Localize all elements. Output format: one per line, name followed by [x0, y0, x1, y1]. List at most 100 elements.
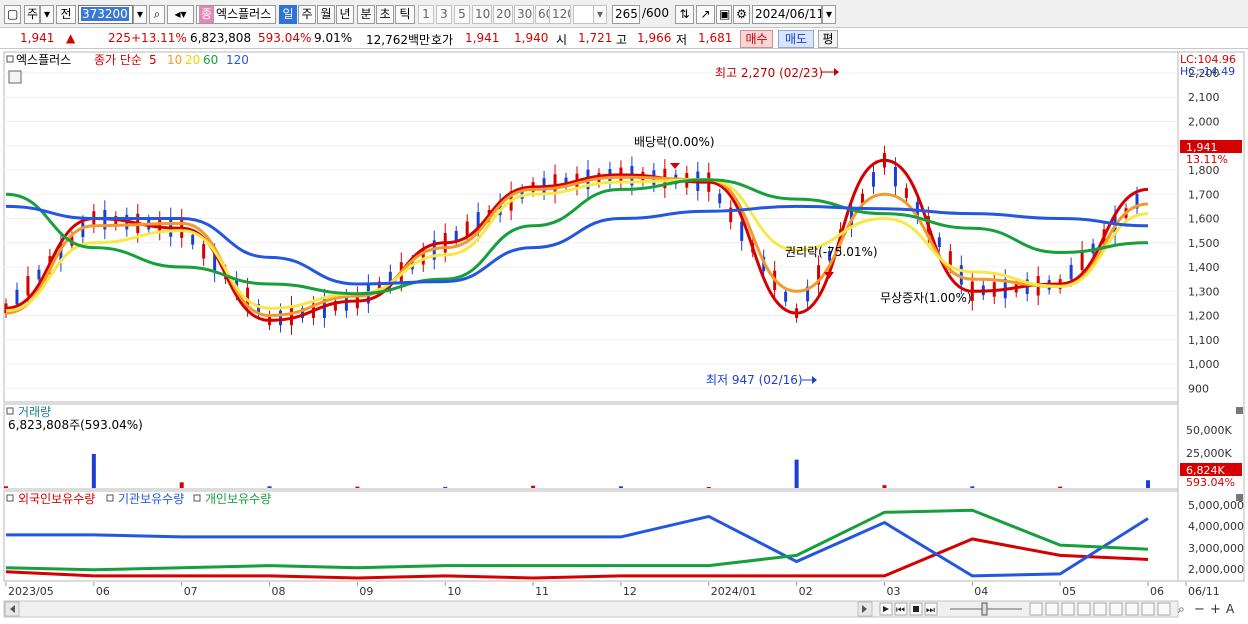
buy-button[interactable]: 매수 — [740, 30, 773, 48]
candle-body — [893, 166, 897, 187]
layout-icon-2[interactable] — [1045, 602, 1059, 616]
candle-body — [202, 243, 206, 259]
quote-change-pct: +13.11% — [131, 31, 187, 45]
period-month[interactable]: 월 — [317, 5, 335, 24]
copy-icon[interactable] — [1141, 602, 1155, 616]
gear-icon[interactable]: ⚙ — [733, 5, 750, 24]
x-tick-label: 06 — [1150, 585, 1164, 598]
period-tick[interactable]: 틱 — [395, 5, 415, 24]
rights-annotation: 권리락(-75.01%) — [785, 245, 878, 259]
bonus-annotation: 무상증자(1.00%) — [880, 291, 972, 305]
quote-high-label: 고 — [616, 33, 628, 47]
zoom-out-icon[interactable]: − — [1194, 602, 1205, 617]
volume-bar — [882, 485, 887, 488]
quote-low: 1,681 — [698, 31, 733, 45]
print-icon[interactable] — [1157, 602, 1171, 616]
search-icon[interactable]: ⌕ — [149, 5, 165, 24]
date-picker-icon[interactable]: ▾ — [822, 5, 836, 24]
ma-60-label: 60 — [203, 53, 218, 67]
market-select[interactable]: 주 — [24, 5, 40, 24]
interval-3[interactable]: 3 — [436, 5, 452, 24]
fast-forward-glyph: ⏭ — [926, 605, 935, 616]
date-input[interactable]: 2024/06/11 — [752, 5, 822, 24]
candle-body — [465, 221, 469, 237]
volume-bar — [267, 486, 272, 488]
stop-glyph — [913, 606, 919, 612]
zoom-in-icon[interactable]: + — [1210, 602, 1221, 617]
volume-bar — [1146, 480, 1150, 488]
fibo-icon[interactable] — [1125, 602, 1139, 616]
quote-low-label: 저 — [676, 33, 688, 47]
period-year[interactable]: 년 — [336, 5, 354, 24]
candle-body — [904, 188, 908, 198]
window-icon[interactable]: ▢ — [4, 5, 21, 24]
x-tick-label: 08 — [272, 585, 286, 598]
price-tick-label: 1,100 — [1188, 334, 1220, 347]
x-tick-label: 10 — [447, 585, 461, 598]
price-tick-label: 1,000 — [1188, 358, 1220, 371]
count-total: /600 — [642, 6, 669, 20]
interval-30[interactable]: 30 — [514, 5, 534, 24]
x-tick-label: 05 — [1062, 585, 1076, 598]
period-week[interactable]: 주 — [298, 5, 316, 24]
quote-bar: 1,941 ▲ 225 +13.11% 6,823,808 593.04% 9.… — [0, 29, 1248, 49]
candle-body — [1080, 250, 1084, 271]
quote-high: 1,966 — [637, 31, 672, 45]
average-button[interactable]: 평 — [818, 30, 838, 48]
save-icon[interactable]: ▣ — [716, 5, 732, 24]
volume-bar — [618, 486, 623, 488]
zoom-slider-handle[interactable] — [981, 602, 988, 616]
quote-open: 1,721 — [578, 31, 613, 45]
compare-icon[interactable]: ↗ — [696, 5, 715, 24]
chart-type-icon[interactable]: ⇅ — [675, 5, 694, 24]
volume-bar — [794, 459, 799, 488]
ma-5-label: 5 — [149, 53, 157, 67]
quote-price: 1,941 — [20, 31, 55, 45]
price-stock-label: 엑스플러스 — [16, 53, 71, 67]
chart-area: 2,2002,1002,0001,9001,8001,7001,6001,500… — [0, 50, 1248, 621]
crosshair-icon[interactable] — [1077, 602, 1091, 616]
trendline-icon[interactable] — [1093, 602, 1107, 616]
interval-120[interactable]: 120 — [549, 5, 571, 24]
stock-code-input[interactable]: 373200 — [78, 5, 133, 24]
market-dropdown-icon[interactable]: ▾ — [40, 5, 54, 24]
volume-tick-25000k: 25,000K — [1186, 447, 1232, 460]
x-tick-label: 2023/05 — [8, 585, 54, 598]
quote-ask: 1,941 — [465, 31, 500, 45]
quote-change: 225 — [108, 31, 131, 45]
interval-10[interactable]: 10 — [472, 5, 492, 24]
count-input[interactable]: 265 — [612, 5, 640, 24]
candle-body — [959, 265, 963, 285]
candle-body — [279, 310, 283, 326]
dividend-annotation: 배당락(0.00%) — [634, 135, 715, 149]
interval-20[interactable]: 20 — [493, 5, 513, 24]
prev-button[interactable]: 전 — [56, 5, 76, 24]
code-dropdown-icon[interactable]: ▾ — [133, 5, 147, 24]
candle-body — [344, 296, 348, 311]
interval-5[interactable]: 5 — [454, 5, 470, 24]
high-annotation: 최고 2,270 (02/23) — [715, 66, 823, 80]
price-tick-label: 900 — [1188, 382, 1209, 395]
period-second[interactable]: 초 — [376, 5, 394, 24]
low-annotation: 최저 947 (02/16) — [706, 373, 803, 387]
volume-panel-close-icon[interactable] — [1236, 407, 1243, 414]
layout-icon-1[interactable] — [1029, 602, 1043, 616]
sell-button[interactable]: 매도 — [778, 30, 814, 48]
quote-up-arrow: ▲ — [66, 31, 76, 45]
interval-dropdown-icon[interactable]: ▾ — [593, 5, 607, 24]
interval-1[interactable]: 1 — [418, 5, 434, 24]
volume-panel[interactable] — [3, 403, 1179, 490]
holding-tick-5m: 5,000,000 — [1188, 499, 1244, 512]
period-day[interactable]: 일 — [279, 5, 297, 24]
draw-icon[interactable] — [1109, 602, 1123, 616]
price-tick-label: 1,400 — [1188, 261, 1220, 274]
magnify-icon[interactable]: ⌕ — [1178, 602, 1185, 616]
x-tick-label: 12 — [623, 585, 637, 598]
layout-icon-3[interactable] — [1061, 602, 1075, 616]
speaker-icon[interactable]: ◂▾ — [167, 5, 194, 24]
price-tick-label: 1,200 — [1188, 310, 1220, 323]
period-minute[interactable]: 분 — [357, 5, 375, 24]
auto-scale-icon[interactable]: A — [1226, 602, 1235, 616]
grid-toggle-icon[interactable] — [8, 70, 22, 84]
volume-bar — [91, 454, 96, 488]
